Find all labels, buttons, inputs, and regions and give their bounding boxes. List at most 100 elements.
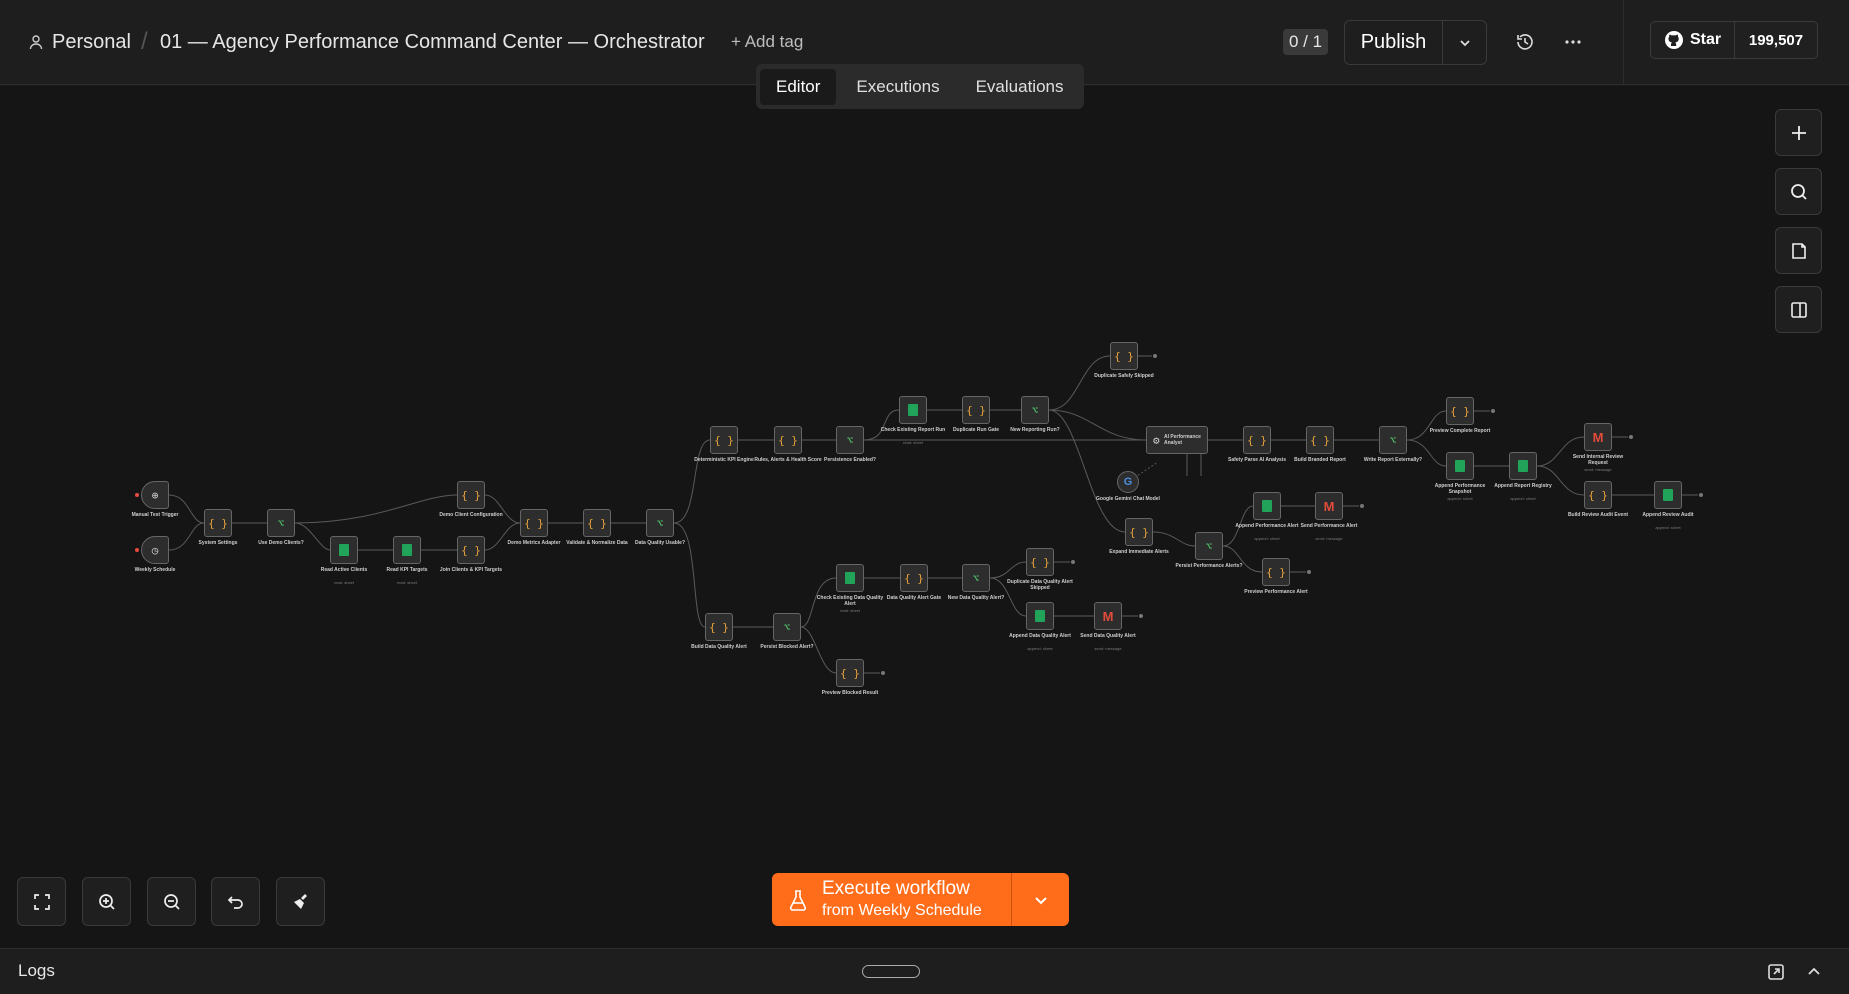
node-label: Join Clients & KPI Targets <box>439 567 503 573</box>
workflow-node[interactable]: { } <box>836 659 864 687</box>
workflow-title[interactable]: 01 — Agency Performance Command Center —… <box>160 30 705 54</box>
tab-evaluations[interactable]: Evaluations <box>960 69 1080 105</box>
publish-button[interactable]: Publish <box>1345 21 1443 64</box>
header-divider <box>1623 0 1624 85</box>
workflow-node[interactable] <box>1654 481 1682 509</box>
branch-icon: ⌥ <box>277 516 285 530</box>
workflow-node[interactable]: { } <box>1125 518 1153 546</box>
workflow-node[interactable] <box>330 536 358 564</box>
workflow-node[interactable]: { } <box>583 509 611 537</box>
workflow-node[interactable]: { } <box>705 613 733 641</box>
workflow-node[interactable]: M <box>1094 602 1122 630</box>
fit-view-button[interactable] <box>17 877 66 926</box>
workflow-node[interactable] <box>899 396 927 424</box>
pop-out-logs-button[interactable] <box>1766 962 1786 982</box>
workflow-node[interactable]: { } <box>1306 426 1334 454</box>
workflow-node[interactable] <box>1253 492 1281 520</box>
breadcrumb-project[interactable]: Personal <box>28 30 131 54</box>
gmail-icon: M <box>1102 608 1114 624</box>
workflow-node[interactable]: ⌥ <box>773 613 801 641</box>
node-label: Append Data Quality Alert <box>1009 633 1071 639</box>
workflow-node[interactable] <box>836 564 864 592</box>
add-node-button[interactable] <box>1775 109 1822 156</box>
add-sticky-note-button[interactable] <box>1775 227 1822 274</box>
plus-icon <box>1791 125 1806 140</box>
workflow-node[interactable]: { } <box>520 509 548 537</box>
logs-resize-handle[interactable] <box>862 965 920 978</box>
workflow-node[interactable]: ⌥ <box>646 509 674 537</box>
tidy-up-button[interactable] <box>276 877 325 926</box>
workflow-node[interactable]: ⌥ <box>267 509 295 537</box>
toggle-panel-button[interactable] <box>1775 286 1822 333</box>
more-options-button[interactable] <box>1561 30 1585 54</box>
workflow-node[interactable]: { } <box>457 536 485 564</box>
expand-logs-button[interactable] <box>1804 962 1824 982</box>
workflow-node[interactable]: { } <box>962 396 990 424</box>
workflow-node[interactable]: ⊕ <box>141 481 169 509</box>
workflow-node[interactable]: { } <box>1110 342 1138 370</box>
node-label: Preview Blocked Result <box>821 690 879 696</box>
workflow-node[interactable]: ⌥ <box>1021 396 1049 424</box>
branch-icon: ⌥ <box>846 433 854 447</box>
workflow-node[interactable]: G <box>1117 471 1139 493</box>
workflow-node[interactable]: ⌥ <box>962 564 990 592</box>
workflow-node[interactable]: ⌥ <box>1195 532 1223 560</box>
tab-editor[interactable]: Editor <box>760 68 837 105</box>
node-subtitle: append: sheet <box>1655 525 1681 530</box>
execute-title: Execute workflow <box>822 877 970 899</box>
node-label: Persistence Enabled? <box>824 457 876 463</box>
node-label: Validate & Normalize Data <box>566 540 628 546</box>
node-label: Google Gemini Chat Model <box>1096 496 1160 502</box>
node-label: Append Review Audit <box>1642 512 1694 518</box>
node-label: Duplicate Data Quality Alert Skipped <box>1007 579 1073 591</box>
undo-icon <box>227 895 243 909</box>
node-label: Data Quality Usable? <box>634 540 685 546</box>
code-icon: { } <box>1030 555 1050 569</box>
workflow-node[interactable] <box>393 536 421 564</box>
workflow-node[interactable] <box>1446 452 1474 480</box>
github-star-button[interactable]: Star <box>1651 22 1735 58</box>
zoom-out-button[interactable] <box>147 877 196 926</box>
workflow-node[interactable]: { } <box>1446 397 1474 425</box>
workflow-node[interactable]: { } <box>774 426 802 454</box>
google-sheets-icon <box>1663 489 1673 501</box>
undo-button[interactable] <box>211 877 260 926</box>
node-label: Deterministic KPI Engine <box>694 457 754 463</box>
workflow-node[interactable]: ⌥ <box>836 426 864 454</box>
workflow-node[interactable]: { } <box>1262 558 1290 586</box>
github-icon <box>1664 31 1683 49</box>
add-tag-button[interactable]: + Add tag <box>731 32 803 52</box>
workflow-node[interactable]: M <box>1584 423 1612 451</box>
zoom-in-button[interactable] <box>82 877 131 926</box>
gmail-icon: M <box>1323 498 1335 514</box>
workflow-node[interactable]: { } <box>1243 426 1271 454</box>
workflow-node[interactable]: ⌥ <box>1379 426 1407 454</box>
code-icon: { } <box>1310 433 1330 447</box>
workflow-node[interactable]: M <box>1315 492 1343 520</box>
robot-icon: ⚙ <box>1153 433 1160 447</box>
search-nodes-button[interactable] <box>1775 168 1822 215</box>
google-sheets-icon <box>1262 500 1272 512</box>
workflow-node[interactable]: { } <box>900 564 928 592</box>
workflow-canvas[interactable]: ⊕ Manual Test Trigger ◷ Weekly Schedule { } S… <box>0 86 1849 948</box>
workflow-node[interactable]: { } <box>1584 481 1612 509</box>
workflow-node[interactable]: ◷ <box>141 536 169 564</box>
execute-options-button[interactable] <box>1012 873 1069 926</box>
execute-workflow-button[interactable]: Execute workflow from Weekly Schedule <box>772 873 1012 926</box>
chevron-up-icon <box>1808 967 1820 975</box>
code-icon: { } <box>1129 525 1149 539</box>
workflow-node[interactable]: { } <box>204 509 232 537</box>
workflow-node[interactable] <box>1026 602 1054 630</box>
publish-options-button[interactable] <box>1443 21 1486 64</box>
node-label: Persist Performance Alerts? <box>1175 563 1243 569</box>
more-horizontal-icon <box>1565 40 1581 44</box>
github-star-widget[interactable]: Star 199,507 <box>1650 21 1818 59</box>
workflow-node[interactable]: { } <box>1026 548 1054 576</box>
workflow-node[interactable]: { } <box>710 426 738 454</box>
history-button[interactable] <box>1513 30 1537 54</box>
gemini-icon: G <box>1123 476 1133 488</box>
workflow-node[interactable] <box>1509 452 1537 480</box>
node-subtitle: read: sheet <box>902 440 923 445</box>
workflow-node[interactable]: { } <box>457 481 485 509</box>
tab-executions[interactable]: Executions <box>840 69 955 105</box>
